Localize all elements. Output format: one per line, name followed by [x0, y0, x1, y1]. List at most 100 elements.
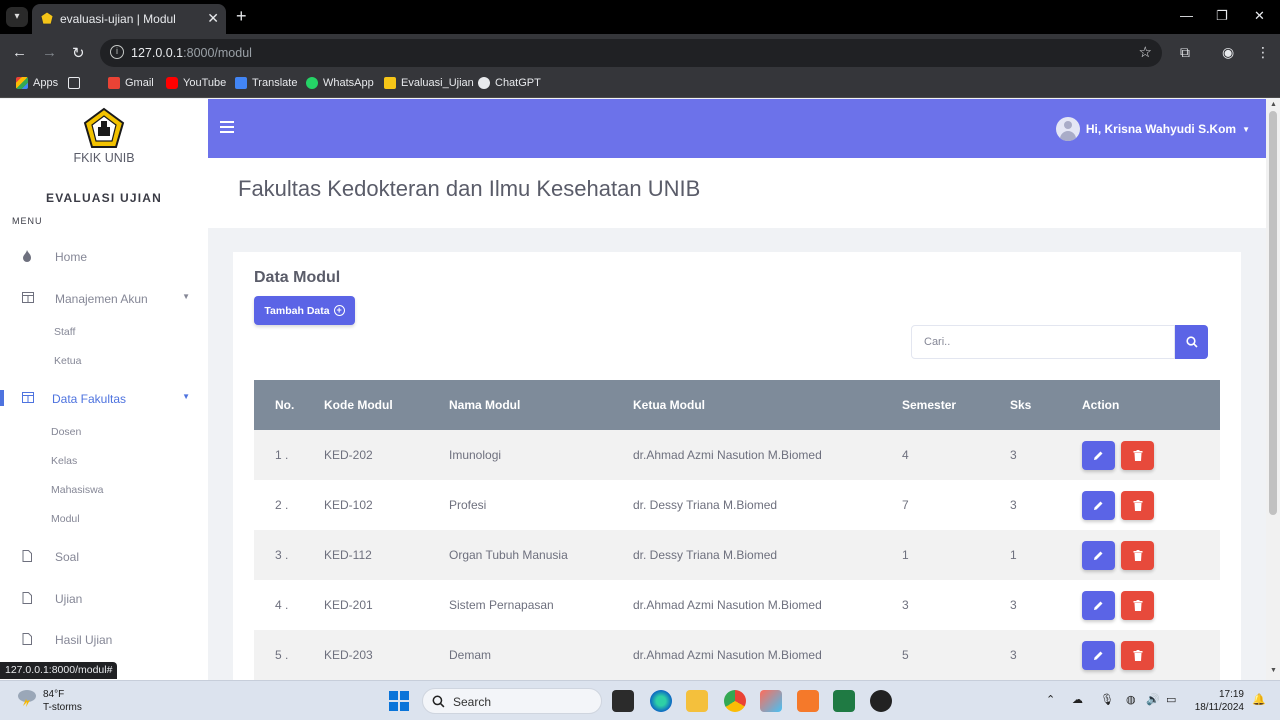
- cell-sks: 3: [1010, 598, 1017, 612]
- sidebar-item-soal[interactable]: Soal: [0, 544, 208, 570]
- cell-kode: KED-203: [324, 648, 373, 662]
- new-tab-icon[interactable]: +: [236, 6, 247, 27]
- address-bar[interactable]: i 127.0.0.1:8000/modul ☆: [100, 39, 1162, 67]
- taskbar-search-label: Search: [453, 695, 492, 709]
- battery-icon[interactable]: ▭: [1166, 693, 1176, 706]
- delete-button[interactable]: [1121, 540, 1154, 570]
- browser-tab-bar: ▾ evaluasi-ujian | Modul ✕ + — ❐ ✕: [0, 0, 1280, 34]
- edit-button[interactable]: [1082, 440, 1115, 470]
- tab-groups-icon: [68, 77, 80, 89]
- window-close-icon[interactable]: ✕: [1254, 8, 1265, 24]
- table-row: 2 . KED-102 Profesi dr. Dessy Triana M.B…: [254, 480, 1220, 530]
- pencil-icon: [1094, 651, 1103, 660]
- column-header: Nama Modul: [449, 398, 521, 412]
- taskbar-clock[interactable]: 17:19 18/11/2024: [1192, 688, 1244, 714]
- user-dropdown[interactable]: Hi, Krisna Wahyudi S.Kom ▼: [1055, 117, 1250, 141]
- cell-semester: 3: [902, 598, 909, 612]
- sidebar-item-label: Hasil Ujian: [55, 633, 113, 647]
- sidebar-item-data-fakultas[interactable]: Data Fakultas ▼: [0, 386, 208, 412]
- search-icon: [432, 695, 445, 708]
- notification-bell-icon[interactable]: 🔔: [1252, 693, 1266, 706]
- excel-icon[interactable]: [833, 690, 855, 712]
- back-icon[interactable]: ←: [12, 44, 27, 61]
- url-text[interactable]: 127.0.0.1:8000/modul: [131, 46, 252, 60]
- task-view-icon[interactable]: [612, 690, 634, 712]
- delete-button[interactable]: [1121, 440, 1154, 470]
- volume-icon[interactable]: 🔊: [1146, 693, 1160, 706]
- university-logo: [83, 107, 125, 148]
- tab-close-icon[interactable]: ✕: [207, 10, 219, 27]
- minimize-icon[interactable]: —: [1180, 8, 1193, 23]
- avatar: [1055, 117, 1080, 141]
- bookmark-chatgpt[interactable]: ChatGPT: [478, 77, 541, 89]
- taskbar-search[interactable]: Search: [422, 688, 602, 714]
- app-icon[interactable]: [760, 690, 782, 712]
- delete-button[interactable]: [1121, 640, 1154, 670]
- bookmark-apps[interactable]: Apps: [16, 77, 58, 89]
- delete-button[interactable]: [1121, 590, 1154, 620]
- search-input[interactable]: [912, 326, 1152, 358]
- browser-menu-icon[interactable]: ⋮: [1256, 44, 1270, 61]
- bookmark-translate[interactable]: Translate: [235, 77, 297, 89]
- edit-button[interactable]: [1082, 640, 1115, 670]
- plus-circle-icon: +: [333, 305, 345, 316]
- forward-icon[interactable]: →: [42, 44, 57, 61]
- maximize-icon[interactable]: ❐: [1216, 8, 1228, 24]
- chrome-icon[interactable]: [724, 690, 746, 712]
- cell-sks: 3: [1010, 448, 1017, 462]
- sidebar-subitem-ketua[interactable]: Ketua: [54, 355, 81, 367]
- sidebar-item-hasil-ujian[interactable]: Hasil Ujian: [0, 627, 208, 653]
- bookmark-whatsapp[interactable]: WhatsApp: [306, 77, 374, 89]
- scrollbar-thumb[interactable]: [1269, 111, 1277, 515]
- edit-button[interactable]: [1082, 590, 1115, 620]
- xampp-icon[interactable]: [797, 690, 819, 712]
- sidebar-subitem-modul[interactable]: Modul: [51, 513, 80, 525]
- column-header: Sks: [1010, 398, 1032, 412]
- edit-button[interactable]: [1082, 490, 1115, 520]
- sidebar-item-home[interactable]: Home: [0, 244, 208, 270]
- profile-icon[interactable]: ◉: [1222, 44, 1234, 61]
- edge-icon[interactable]: [650, 690, 672, 712]
- clock-time: 17:19: [1218, 689, 1244, 700]
- search-button[interactable]: [1175, 325, 1208, 359]
- bookmark-gmail[interactable]: Gmail: [108, 77, 154, 89]
- table-icon: [22, 392, 34, 404]
- sidebar-subitem-mahasiswa[interactable]: Mahasiswa: [51, 484, 104, 496]
- cell-action: [1082, 480, 1220, 530]
- sidebar-subitem-staff[interactable]: Staff: [54, 326, 75, 338]
- add-data-button[interactable]: Tambah Data +: [254, 296, 355, 325]
- sidebar-subitem-kelas[interactable]: Kelas: [51, 455, 77, 467]
- extensions-icon[interactable]: ⧉: [1180, 44, 1190, 61]
- bookmark-star-icon[interactable]: ☆: [1139, 43, 1152, 61]
- scroll-down-icon[interactable]: ▼: [1270, 667, 1277, 674]
- sidebar-item-manajemen-akun[interactable]: Manajemen Akun ▼: [0, 286, 208, 312]
- windows-start-icon[interactable]: [389, 691, 409, 711]
- delete-button[interactable]: [1121, 490, 1154, 520]
- sidebar-item-ujian[interactable]: Ujian: [0, 586, 208, 612]
- browser-tab[interactable]: evaluasi-ujian | Modul ✕: [32, 4, 226, 34]
- weather-widget[interactable]: 84°F T-storms: [16, 687, 82, 713]
- cloud-icon[interactable]: ☁: [1072, 693, 1083, 706]
- edit-button[interactable]: [1082, 540, 1115, 570]
- app-name: EVALUASI UJIAN: [46, 191, 162, 205]
- reload-icon[interactable]: ↻: [72, 44, 85, 62]
- tab-search-button[interactable]: ▾: [6, 7, 28, 27]
- microphone-icon[interactable]: 🎙: [1100, 693, 1114, 706]
- scroll-up-icon[interactable]: ▲: [1270, 101, 1277, 108]
- page-scrollbar[interactable]: ▲ ▼: [1266, 99, 1280, 680]
- card-title: Data Modul: [254, 269, 341, 286]
- table-icon: [22, 292, 34, 304]
- tray-overflow-icon[interactable]: ⌃: [1046, 693, 1055, 706]
- bookmark-youtube[interactable]: YouTube: [166, 77, 226, 89]
- trash-icon: [1133, 649, 1142, 661]
- sidebar-subitem-dosen[interactable]: Dosen: [51, 426, 81, 438]
- media-app-icon[interactable]: [870, 690, 892, 712]
- hamburger-menu-icon[interactable]: [220, 121, 234, 133]
- file-explorer-icon[interactable]: [686, 690, 708, 712]
- bookmark-grid[interactable]: [68, 77, 80, 89]
- menu-heading: MENU: [12, 216, 43, 226]
- site-info-icon[interactable]: i: [110, 45, 124, 59]
- globe-icon[interactable]: ◍: [1126, 693, 1136, 706]
- cell-nama: Organ Tubuh Manusia: [449, 548, 568, 562]
- bookmark-evaluasi-ujian[interactable]: Evaluasi_Ujian: [384, 77, 474, 89]
